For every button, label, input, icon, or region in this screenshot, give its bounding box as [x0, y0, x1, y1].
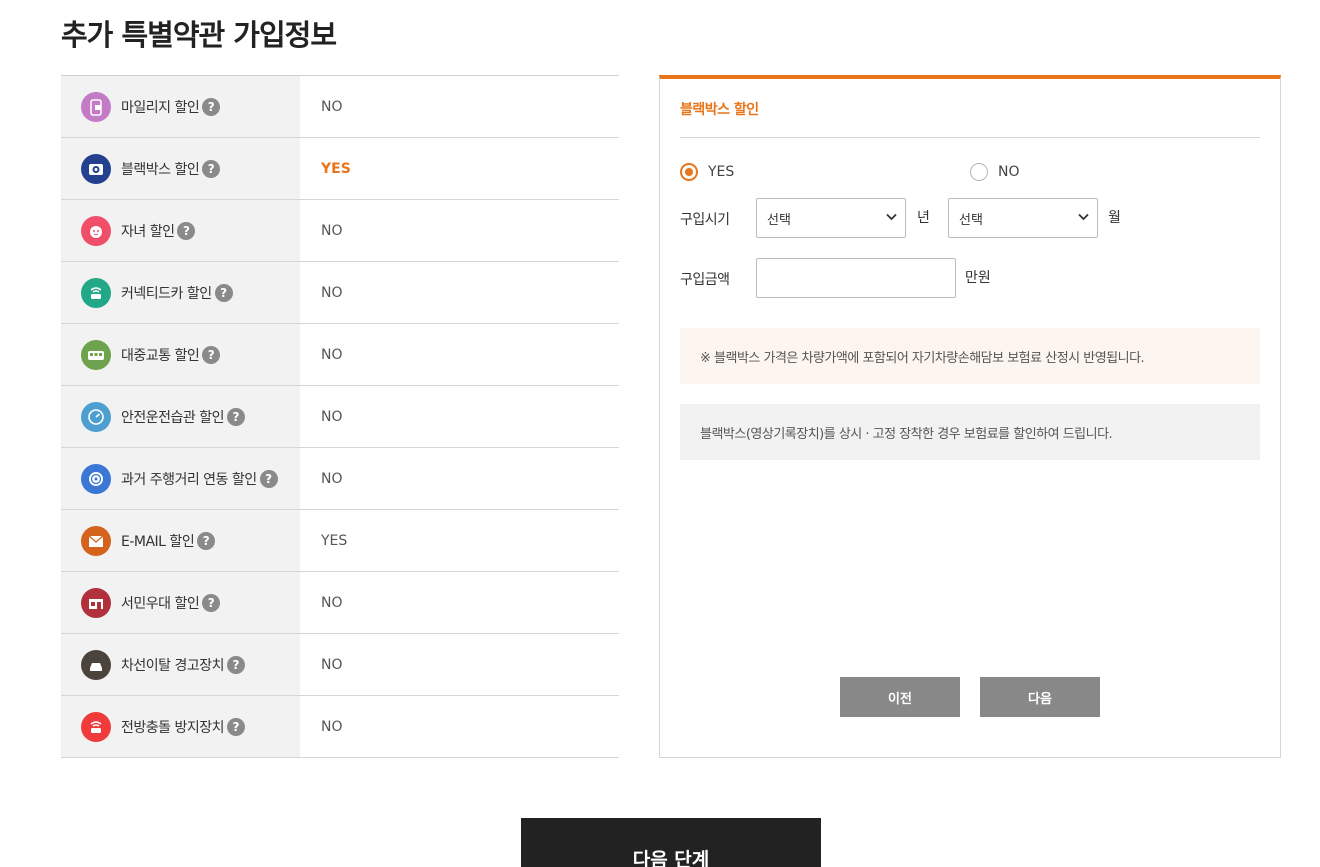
help-icon[interactable]: ?	[214, 283, 233, 302]
radio-yes-circle[interactable]	[680, 163, 698, 181]
info-box: 블랙박스(영상기록장치)를 상시 · 고정 장착한 경우 보험료를 할인하여 드…	[680, 404, 1260, 460]
panel-title: 블랙박스 할인	[680, 102, 759, 118]
email-icon	[81, 525, 111, 556]
radio-no[interactable]: NO	[970, 163, 1020, 181]
child-icon	[81, 215, 111, 246]
next-button[interactable]: 다음	[980, 677, 1100, 717]
discount-value[interactable]: NO	[300, 696, 619, 757]
radio-yes-label: YES	[708, 164, 735, 180]
radio-no-label: NO	[998, 164, 1020, 180]
discount-row: 서민우대 할인? NO	[61, 572, 619, 634]
discount-row: 커넥티드카 할인? NO	[61, 262, 619, 324]
price-unit: 만원	[965, 270, 991, 286]
blackbox-icon	[81, 153, 111, 184]
discount-name-cell: 마일리지 할인?	[61, 76, 300, 137]
discount-name-cell: E-MAIL 할인?	[61, 510, 300, 571]
discount-value[interactable]: NO	[300, 634, 619, 695]
help-icon[interactable]: ?	[202, 593, 221, 612]
notice-box: ※ 블랙박스 가격은 차량가액에 포함되어 자기차량손해담보 보험료 산정시 반…	[680, 328, 1260, 384]
discount-row: 자녀 할인? NO	[61, 200, 619, 262]
discount-row: 마일리지 할인? NO	[61, 76, 619, 138]
next-step-button[interactable]: 다음 단계	[521, 818, 821, 867]
discount-label: 마일리지 할인	[121, 99, 200, 116]
discount-row: 안전운전습관 할인? NO	[61, 386, 619, 448]
discount-value[interactable]: NO	[300, 448, 619, 509]
help-icon[interactable]: ?	[197, 531, 216, 550]
discount-label: E-MAIL 할인	[121, 533, 195, 550]
speedometer-icon	[81, 401, 111, 432]
discount-label: 서민우대 할인	[121, 595, 200, 612]
target-icon	[81, 463, 111, 494]
discount-label: 자녀 할인	[121, 223, 175, 240]
discount-label: 커넥티드카 할인	[121, 285, 212, 302]
discount-label: 과거 주행거리 연동 할인	[121, 471, 257, 488]
discount-table: 마일리지 할인? NO 블랙박스 할인? YES 자녀 할인? NO 커넥티드카 할인? NO…	[61, 75, 619, 758]
radio-yes[interactable]: YES	[680, 163, 734, 181]
page-title: 추가 특별약관 가입정보	[61, 18, 337, 52]
discount-name-cell: 자녀 할인?	[61, 200, 300, 261]
discount-value[interactable]: NO	[300, 262, 619, 323]
info-text: 블랙박스(영상기록장치)를 상시 · 고정 장착한 경우 보험료를 할인하여 드…	[700, 426, 1113, 442]
discount-value[interactable]: NO	[300, 386, 619, 447]
lane-warning-icon	[81, 649, 111, 680]
help-icon[interactable]: ?	[227, 407, 245, 426]
discount-row: 블랙박스 할인? YES	[61, 138, 619, 200]
discount-value[interactable]: NO	[300, 324, 619, 385]
panel-divider	[680, 137, 1260, 138]
year-select[interactable]: 선택	[756, 198, 906, 238]
discount-label: 안전운전습관 할인	[121, 409, 225, 426]
discount-value[interactable]: NO	[300, 572, 619, 633]
store-icon	[81, 587, 111, 618]
discount-label: 전방충돌 방지장치	[121, 719, 225, 736]
blackbox-discount-panel: 블랙박스 할인 YES NO 구입시기 선택 년 선택 월 구입금액 만원 ※ …	[659, 75, 1281, 758]
discount-value[interactable]: YES	[300, 138, 619, 199]
bus-icon	[81, 339, 111, 370]
discount-name-cell: 차선이탈 경고장치?	[61, 634, 300, 695]
help-icon[interactable]: ?	[259, 469, 278, 488]
discount-name-cell: 안전운전습관 할인?	[61, 386, 300, 447]
discount-name-cell: 과거 주행거리 연동 할인?	[61, 448, 300, 509]
discount-label: 대중교통 할인	[121, 347, 200, 364]
discount-row: 차선이탈 경고장치? NO	[61, 634, 619, 696]
year-unit: 년	[917, 210, 930, 226]
discount-name-cell: 대중교통 할인?	[61, 324, 300, 385]
help-icon[interactable]: ?	[227, 717, 245, 736]
notice-text: ※ 블랙박스 가격은 차량가액에 포함되어 자기차량손해담보 보험료 산정시 반…	[700, 350, 1145, 366]
month-select[interactable]: 선택	[948, 198, 1098, 238]
discount-label: 블랙박스 할인	[121, 161, 200, 178]
connected-car-icon	[81, 277, 111, 308]
discount-value[interactable]: NO	[300, 200, 619, 261]
help-icon[interactable]: ?	[227, 655, 245, 674]
mileage-icon	[81, 91, 111, 122]
discount-name-cell: 블랙박스 할인?	[61, 138, 300, 199]
radio-no-circle[interactable]	[970, 163, 988, 181]
help-icon[interactable]: ?	[177, 221, 196, 240]
help-icon[interactable]: ?	[202, 159, 221, 178]
chevron-down-icon	[1078, 213, 1089, 221]
discount-name-cell: 전방충돌 방지장치?	[61, 696, 300, 757]
purchase-date-label: 구입시기	[680, 212, 730, 228]
help-icon[interactable]: ?	[202, 97, 221, 116]
discount-value[interactable]: YES	[300, 510, 619, 571]
month-unit: 월	[1108, 210, 1121, 226]
month-select-value: 선택	[959, 212, 983, 228]
discount-name-cell: 커넥티드카 할인?	[61, 262, 300, 323]
chevron-down-icon	[886, 213, 897, 221]
price-label: 구입금액	[680, 272, 730, 288]
discount-value[interactable]: NO	[300, 76, 619, 137]
discount-row: 대중교통 할인? NO	[61, 324, 619, 386]
discount-row: 전방충돌 방지장치? NO	[61, 696, 619, 758]
price-input[interactable]	[756, 258, 956, 298]
year-select-value: 선택	[767, 212, 791, 228]
collision-warning-icon	[81, 711, 111, 742]
discount-row: 과거 주행거리 연동 할인? NO	[61, 448, 619, 510]
prev-button[interactable]: 이전	[840, 677, 960, 717]
discount-name-cell: 서민우대 할인?	[61, 572, 300, 633]
discount-label: 차선이탈 경고장치	[121, 657, 225, 674]
discount-row: E-MAIL 할인? YES	[61, 510, 619, 572]
help-icon[interactable]: ?	[202, 345, 221, 364]
